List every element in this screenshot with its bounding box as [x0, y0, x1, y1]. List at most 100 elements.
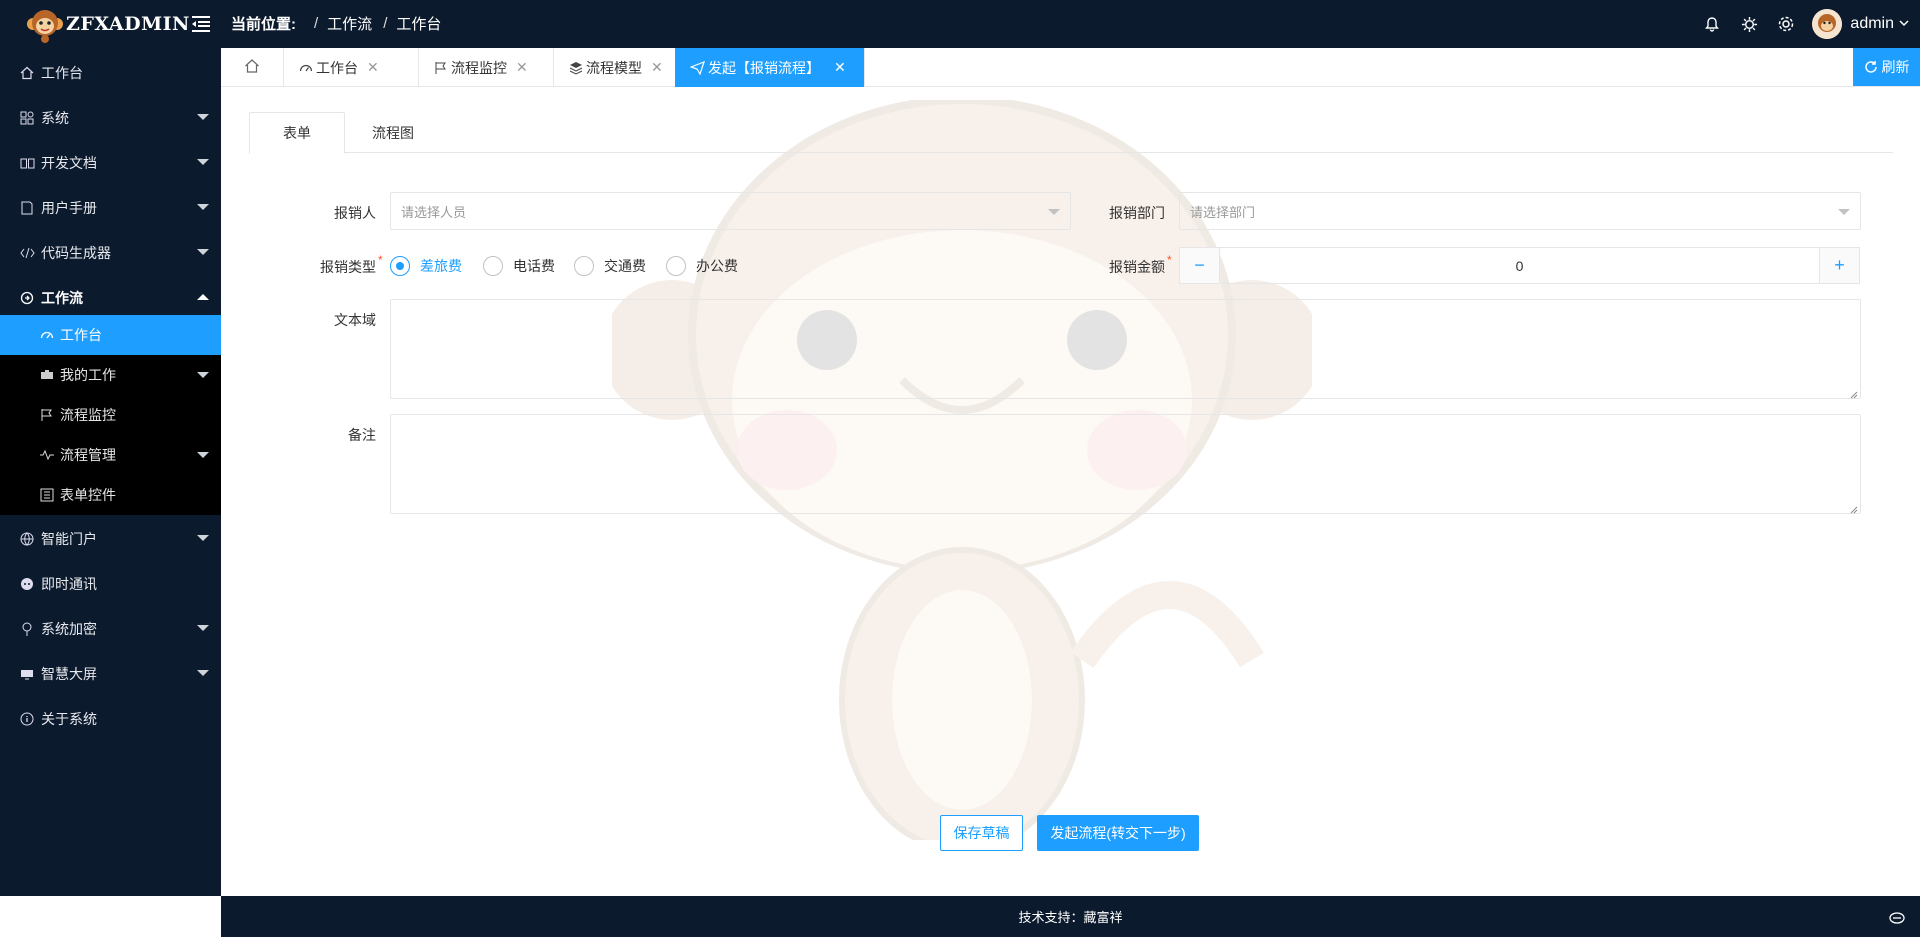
tab-home[interactable]: [221, 48, 284, 87]
submenu-item-workbench[interactable]: 工作台: [0, 315, 221, 355]
breadcrumb: 当前位置: / 工作流 / 工作台: [231, 13, 442, 34]
sidebar-item-smart-portal[interactable]: 智能门户: [0, 516, 221, 561]
settings-gear-icon[interactable]: [1775, 13, 1797, 35]
submenu-item-flow-monitor[interactable]: 流程监控: [0, 395, 221, 435]
remark-label: 备注: [348, 427, 376, 443]
dashboard-icon: [298, 60, 313, 75]
radio-circle: [666, 256, 686, 276]
logo[interactable]: ZFXADMIN: [26, 4, 190, 44]
logo-text: ZFXADMIN: [66, 13, 190, 35]
user-menu[interactable]: admin: [1812, 9, 1910, 39]
footer-text: 技术支持：藏富祥: [1018, 910, 1123, 925]
submenu-item-flow-management[interactable]: 流程管理: [0, 435, 221, 475]
radio-circle: [483, 256, 503, 276]
applicant-select[interactable]: 请选择人员: [390, 192, 1071, 230]
resize-handle-icon[interactable]: [1848, 501, 1858, 514]
submenu-item-label: 工作台: [60, 327, 102, 343]
increment-button[interactable]: +: [1819, 248, 1859, 283]
sidebar-item-dev-docs[interactable]: 开发文档: [0, 140, 221, 185]
required-mark: *: [1167, 253, 1172, 267]
sidebar-item-about[interactable]: 关于系统: [0, 696, 221, 741]
radio-travel[interactable]: 差旅费: [390, 254, 462, 278]
sidebar-item-smart-screen[interactable]: 智慧大屏: [0, 651, 221, 696]
chat-icon: [19, 576, 35, 592]
remark-textarea[interactable]: [390, 414, 1861, 514]
sidebar-item-user-manual[interactable]: 用户手册: [0, 185, 221, 230]
submenu-item-my-work[interactable]: 我的工作: [0, 355, 221, 395]
close-icon[interactable]: ✕: [516, 59, 528, 76]
flag-icon: [39, 407, 55, 423]
sidebar-item-label: 系统加密: [41, 620, 97, 637]
caret-down-icon: [197, 452, 209, 458]
radio-label: 办公费: [696, 258, 738, 274]
breadcrumb-item[interactable]: 工作台: [396, 13, 441, 34]
sidebar-item-system-encryption[interactable]: 系统加密: [0, 606, 221, 651]
submenu-item-form-controls[interactable]: 表单控件: [0, 475, 221, 515]
caret-down-icon: [197, 535, 209, 541]
caret-down-icon: [197, 159, 209, 165]
tab-flowchart[interactable]: 流程图: [345, 112, 441, 153]
form-icon: [39, 487, 55, 503]
note-icon: [19, 200, 35, 216]
save-draft-button[interactable]: 保存草稿: [940, 815, 1023, 851]
tab-form[interactable]: 表单: [249, 112, 345, 154]
content-tabs: 表单 流程图: [249, 112, 1893, 154]
tab-workbench[interactable]: 工作台 ✕: [284, 48, 419, 87]
sidebar-item-system[interactable]: 系统: [0, 95, 221, 140]
radio-office[interactable]: 办公费: [666, 254, 738, 278]
send-icon: [690, 60, 705, 75]
applicant-label: 报销人: [334, 205, 376, 221]
close-icon[interactable]: ✕: [651, 59, 663, 76]
radio-transport[interactable]: 交通费: [574, 254, 646, 278]
sidebar-item-label: 工作流: [41, 289, 83, 306]
department-select[interactable]: 请选择部门: [1179, 192, 1861, 230]
menu-collapse-icon[interactable]: [190, 13, 212, 35]
sidebar-item-label: 关于系统: [41, 710, 97, 727]
dashboard-icon: [39, 327, 55, 343]
tab-label: 发起【报销流程】: [708, 59, 820, 76]
tab-flow-monitor[interactable]: 流程监控 ✕: [419, 48, 554, 87]
sidebar-item-label: 即时通讯: [41, 575, 97, 592]
workflow-submenu: 工作台 我的工作 流程监控 流程管理 表单控件: [0, 315, 221, 515]
home-icon: [19, 65, 35, 81]
radio-label: 交通费: [604, 258, 646, 274]
resize-handle-icon[interactable]: [1848, 386, 1858, 399]
chevron-down-icon: [1898, 16, 1910, 32]
radio-label: 电话费: [513, 258, 555, 274]
caret-down-icon: [197, 372, 209, 378]
sidebar-item-workflow[interactable]: 工作流: [0, 275, 221, 320]
info-icon: [19, 711, 35, 727]
bell-icon[interactable]: [1701, 13, 1723, 35]
amount-input[interactable]: 0: [1220, 248, 1819, 283]
sidebar-item-label: 用户手册: [41, 199, 97, 216]
submit-flow-button[interactable]: 发起流程(转交下一步): [1037, 815, 1199, 851]
type-label: 报销类型: [320, 259, 376, 275]
avatar: [1812, 9, 1843, 39]
breadcrumb-title: 当前位置:: [231, 15, 296, 33]
radio-circle: [574, 256, 594, 276]
refresh-button[interactable]: 刷新: [1853, 48, 1920, 86]
close-icon[interactable]: ✕: [367, 59, 379, 76]
radio-phone[interactable]: 电话费: [483, 254, 555, 278]
decrement-button[interactable]: −: [1180, 248, 1220, 283]
applicant-placeholder: 请选择人员: [401, 204, 467, 220]
amount-stepper: − 0 +: [1179, 247, 1860, 284]
tab-label: 工作台: [316, 59, 358, 76]
tab-flow-model[interactable]: 流程模型 ✕: [554, 48, 689, 87]
text-area[interactable]: [390, 299, 1861, 399]
top-header: ZFXADMIN 当前位置: / 工作流 / 工作台 admin: [0, 0, 1920, 48]
cloud-icon[interactable]: [1888, 908, 1906, 926]
theme-icon[interactable]: [1738, 13, 1760, 35]
amount-label: 报销金额: [1109, 259, 1165, 275]
tab-start-reimbursement[interactable]: 发起【报销流程】 ✕: [675, 48, 865, 87]
sidebar-item-instant-messaging[interactable]: 即时通讯: [0, 561, 221, 606]
radio-label: 差旅费: [420, 258, 462, 274]
sidebar: 工作台 系统 开发文档 用户手册 代码生成器 工作流 工作台 我的工作 流程监控…: [0, 48, 221, 896]
pulse-icon: [39, 447, 55, 463]
close-icon[interactable]: ✕: [834, 59, 846, 76]
tab-label: 流程模型: [586, 59, 642, 76]
breadcrumb-item[interactable]: 工作流: [327, 13, 372, 34]
sidebar-item-code-generator[interactable]: 代码生成器: [0, 230, 221, 275]
sidebar-item-label: 开发文档: [41, 154, 97, 171]
sidebar-item-dashboard[interactable]: 工作台: [0, 50, 221, 95]
